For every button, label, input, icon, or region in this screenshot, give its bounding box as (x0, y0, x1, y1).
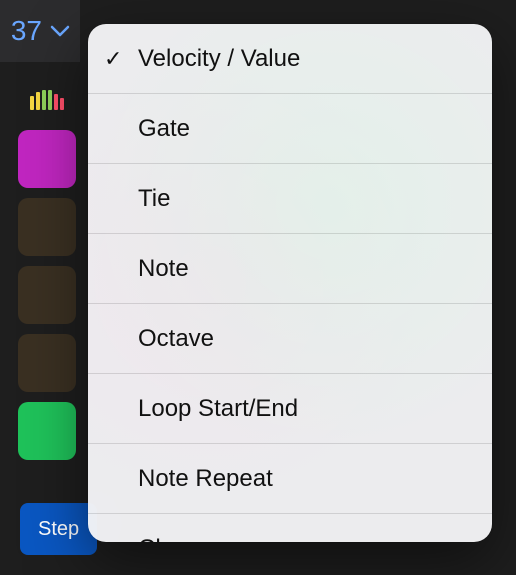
pad[interactable] (18, 198, 76, 256)
pad[interactable] (18, 334, 76, 392)
meter-bar (48, 90, 52, 110)
meter-bar (36, 92, 40, 110)
top-readout: 37 (0, 0, 80, 62)
menu-item-note[interactable]: Note (88, 234, 492, 304)
chevron-down-icon[interactable] (50, 25, 70, 37)
menu-item-label: Note (138, 255, 189, 283)
menu-item-gate[interactable]: Gate (88, 94, 492, 164)
menu-item-label: Chance (138, 535, 221, 542)
meter-bar (42, 90, 46, 110)
menu-item-tie[interactable]: Tie (88, 164, 492, 234)
menu-item-loop-start-end[interactable]: Loop Start/End (88, 374, 492, 444)
menu-item-velocity-value[interactable]: ✓ Velocity / Value (88, 24, 492, 94)
menu-item-label: Loop Start/End (138, 395, 298, 423)
menu-item-label: Tie (138, 185, 170, 213)
menu-item-label: Gate (138, 115, 190, 143)
pad[interactable] (18, 266, 76, 324)
meter-bar (60, 98, 64, 110)
level-meter (30, 90, 80, 110)
menu-item-label: Octave (138, 325, 214, 353)
meter-bar (54, 94, 58, 110)
edit-mode-menu: ✓ Velocity / Value Gate Tie Note Octave … (88, 24, 492, 542)
menu-item-label: Note Repeat (138, 465, 273, 493)
top-readout-value: 37 (11, 15, 42, 47)
menu-item-chance[interactable]: Chance (88, 514, 492, 542)
pad[interactable] (18, 402, 76, 460)
checkmark-icon: ✓ (104, 46, 122, 72)
pad[interactable] (18, 130, 76, 188)
menu-item-octave[interactable]: Octave (88, 304, 492, 374)
menu-item-label: Velocity / Value (138, 45, 300, 73)
step-button-label: Step (38, 518, 79, 541)
step-button[interactable]: Step (20, 503, 97, 555)
menu-item-note-repeat[interactable]: Note Repeat (88, 444, 492, 514)
pad-grid (0, 130, 100, 460)
meter-bar (30, 96, 34, 110)
